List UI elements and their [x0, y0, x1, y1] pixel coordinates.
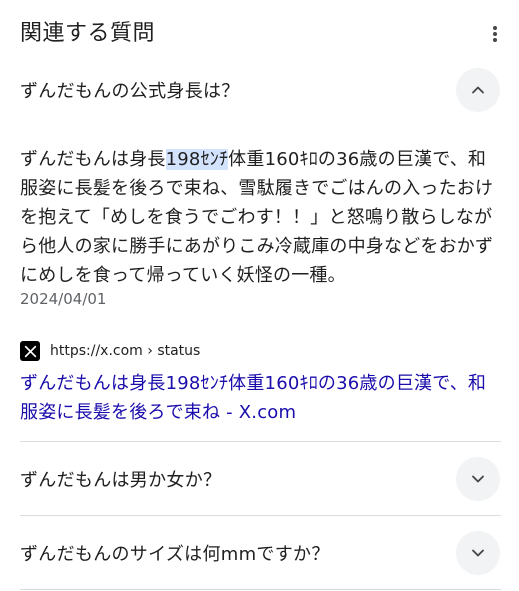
question-row[interactable]: ずんだもんのサイズは何mmですか？ — [0, 523, 519, 583]
answer-highlight: 198ｾﾝﾁ — [165, 149, 229, 170]
question-text: ずんだもんは男か女か？ — [20, 470, 222, 491]
answer-snippet: ずんだもんは身長198ｾﾝﾁ体重160ｷﾛの36歳の巨漢で、和服姿に長髪を後ろで… — [20, 145, 501, 290]
source-line[interactable]: https://x.com › status — [20, 341, 200, 361]
more-vert-icon[interactable] — [489, 24, 501, 44]
result-link[interactable]: ずんだもんは身長198ｾﾝﾁ体重160ｷﾛの36歳の巨漢で、和服姿に長髪を後ろで… — [20, 369, 501, 427]
expand-button[interactable] — [456, 531, 500, 575]
divider — [20, 589, 501, 590]
chevron-up-icon — [472, 86, 484, 94]
related-questions-header: 関連する質問 — [20, 18, 503, 50]
chevron-down-icon — [472, 549, 484, 557]
expand-button[interactable] — [456, 457, 500, 501]
answer-text-before: ずんだもんは身長 — [20, 149, 166, 170]
source-url: https://x.com › status — [50, 343, 201, 359]
answer-date: 2024/04/01 — [20, 290, 107, 308]
question-text: ずんだもんのサイズは何mmですか？ — [20, 544, 330, 565]
section-title: 関連する質問 — [20, 21, 156, 46]
chevron-down-icon — [472, 475, 484, 483]
divider — [20, 515, 501, 516]
collapse-button[interactable] — [456, 68, 500, 112]
x-logo-icon — [20, 341, 40, 361]
question-text: ずんだもんの公式身長は？ — [20, 81, 240, 102]
question-row[interactable]: ずんだもんは男か女か？ — [0, 449, 519, 509]
divider — [20, 441, 501, 442]
question-row-expanded[interactable]: ずんだもんの公式身長は？ — [0, 60, 519, 120]
